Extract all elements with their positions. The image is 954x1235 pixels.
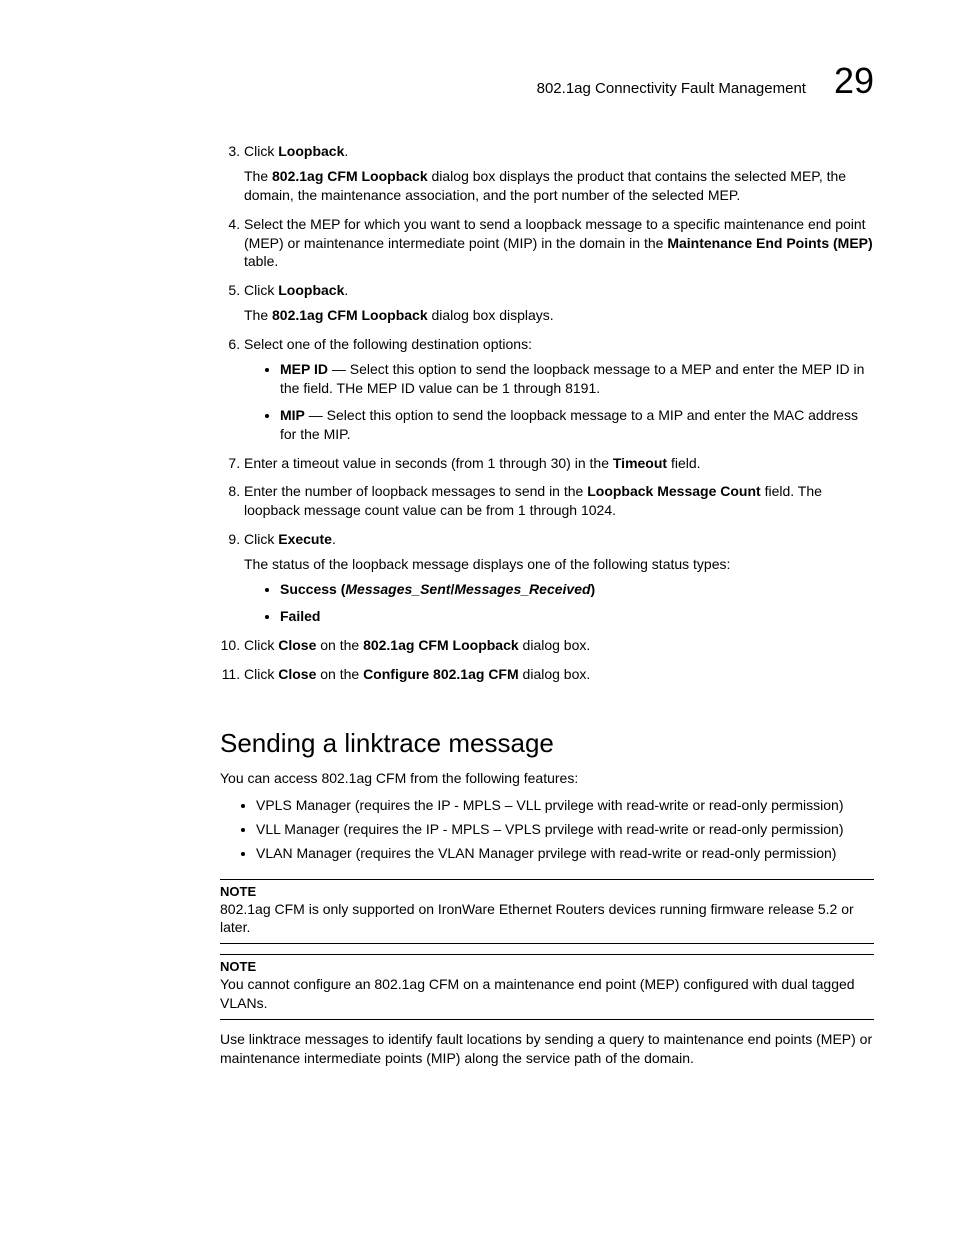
step-text: Select the MEP for which you want to sen…: [244, 216, 873, 270]
option-mip: MIP — Select this option to send the loo…: [280, 406, 874, 444]
note-text: 802.1ag CFM is only supported on IronWar…: [220, 900, 874, 938]
step-9: Click Execute. The status of the loopbac…: [244, 530, 874, 626]
step-description: The 802.1ag CFM Loopback dialog box disp…: [244, 167, 874, 205]
status-failed: Failed: [280, 607, 874, 626]
step-text: Enter a timeout value in seconds (from 1…: [244, 455, 701, 471]
feature-item: VLAN Manager (requires the VLAN Manager …: [256, 843, 874, 865]
feature-list: VPLS Manager (requires the IP - MPLS – V…: [220, 795, 874, 864]
status-success: Success (Messages_Sent/Messages_Received…: [280, 580, 874, 599]
step-10: Click Close on the 802.1ag CFM Loopback …: [244, 636, 874, 655]
step-9-status-list: Success (Messages_Sent/Messages_Received…: [244, 580, 874, 626]
step-text: Click Loopback.: [244, 143, 348, 159]
closing-paragraph: Use linktrace messages to identify fault…: [220, 1030, 874, 1068]
step-4: Select the MEP for which you want to sen…: [244, 215, 874, 272]
chapter-number: 29: [834, 60, 874, 102]
step-6: Select one of the following destination …: [244, 335, 874, 443]
feature-item: VLL Manager (requires the IP - MPLS – VP…: [256, 819, 874, 841]
option-mep-id: MEP ID — Select this option to send the …: [280, 360, 874, 398]
step-text: Enter the number of loopback messages to…: [244, 483, 822, 518]
step-11: Click Close on the Configure 802.1ag CFM…: [244, 665, 874, 684]
step-6-options: MEP ID — Select this option to send the …: [244, 360, 874, 444]
step-description: The 802.1ag CFM Loopback dialog box disp…: [244, 306, 874, 325]
feature-item: VPLS Manager (requires the IP - MPLS – V…: [256, 795, 874, 817]
note-text: You cannot configure an 802.1ag CFM on a…: [220, 975, 874, 1013]
step-8: Enter the number of loopback messages to…: [244, 482, 874, 520]
note-label: NOTE: [220, 884, 874, 899]
step-description: The status of the loopback message displ…: [244, 555, 874, 574]
step-3: Click Loopback. The 802.1ag CFM Loopback…: [244, 142, 874, 205]
step-text: Click Loopback.: [244, 282, 348, 298]
step-text: Select one of the following destination …: [244, 336, 532, 352]
header-title: 802.1ag Connectivity Fault Management: [537, 80, 806, 97]
note-block: NOTE You cannot configure an 802.1ag CFM…: [220, 954, 874, 1020]
section-heading: Sending a linktrace message: [220, 728, 874, 759]
step-5: Click Loopback. The 802.1ag CFM Loopback…: [244, 281, 874, 325]
procedure-list: Click Loopback. The 802.1ag CFM Loopback…: [220, 142, 874, 684]
page: 802.1ag Connectivity Fault Management 29…: [0, 0, 954, 1156]
step-7: Enter a timeout value in seconds (from 1…: [244, 454, 874, 473]
note-label: NOTE: [220, 959, 874, 974]
step-text: Click Close on the Configure 802.1ag CFM…: [244, 666, 590, 682]
step-text: Click Execute.: [244, 531, 336, 547]
page-header: 802.1ag Connectivity Fault Management 29: [80, 60, 874, 102]
section-intro: You can access 802.1ag CFM from the foll…: [220, 769, 874, 788]
note-block: NOTE 802.1ag CFM is only supported on Ir…: [220, 879, 874, 945]
step-text: Click Close on the 802.1ag CFM Loopback …: [244, 637, 590, 653]
content-area: Click Loopback. The 802.1ag CFM Loopback…: [220, 142, 874, 1068]
